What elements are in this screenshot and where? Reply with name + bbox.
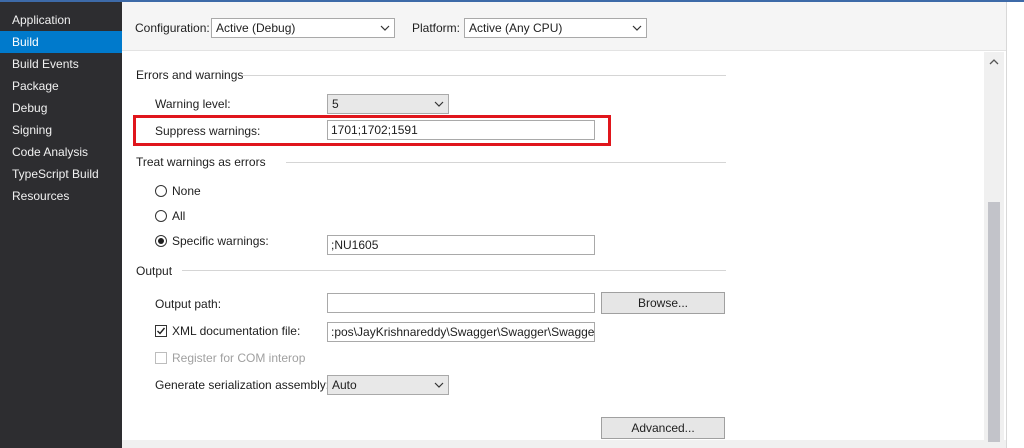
specific-warnings-label: Specific warnings: xyxy=(172,234,269,248)
specific-warnings-radio[interactable] xyxy=(155,235,167,247)
treat-warnings-section-title: Treat warnings as errors xyxy=(136,155,266,169)
sidebar-item-signing[interactable]: Signing xyxy=(0,119,122,141)
xml-documentation-checkbox[interactable] xyxy=(155,325,167,337)
sidebar-item-build-events[interactable]: Build Events xyxy=(0,53,122,75)
vertical-scrollbar[interactable] xyxy=(984,52,1004,448)
none-radio[interactable] xyxy=(155,185,167,197)
chevron-down-icon xyxy=(380,25,390,31)
configuration-label: Configuration: xyxy=(135,21,210,35)
checkmark-icon xyxy=(157,327,166,335)
sidebar-item-build[interactable]: Build xyxy=(0,31,128,53)
warning-level-label: Warning level: xyxy=(155,97,231,111)
configuration-bar: Configuration: Active (Debug) Platform: … xyxy=(122,2,1006,51)
configuration-dropdown[interactable]: Active (Debug) xyxy=(211,18,395,38)
xml-documentation-input[interactable]: :pos\JayKrishnareddy\Swagger\Swagger\Swa… xyxy=(327,322,595,342)
serialization-label: Generate serialization assembly: xyxy=(155,378,330,392)
all-radio[interactable] xyxy=(155,210,167,222)
window-edge xyxy=(1006,2,1024,448)
xml-documentation-label: XML documentation file: xyxy=(172,324,301,338)
all-radio-label: All xyxy=(172,209,186,223)
register-com-label: Register for COM interop xyxy=(172,351,306,365)
sidebar-item-application[interactable]: Application xyxy=(0,9,122,31)
scroll-up-icon[interactable] xyxy=(989,58,999,66)
browse-button[interactable]: Browse... xyxy=(601,292,725,314)
warning-level-dropdown[interactable]: 5 xyxy=(327,94,449,114)
sidebar-item-label: Debug xyxy=(12,101,48,115)
section-divider xyxy=(286,162,726,163)
section-divider xyxy=(182,270,726,271)
sidebar-item-typescript-build[interactable]: TypeScript Build xyxy=(0,163,122,185)
sidebar-item-label: Code Analysis xyxy=(12,145,89,159)
sidebar-item-label: Build xyxy=(12,35,39,49)
specific-warnings-input[interactable]: ;NU1605 xyxy=(327,235,595,255)
warning-level-value: 5 xyxy=(332,97,339,111)
output-section-title: Output xyxy=(136,264,173,278)
errors-section-title: Errors and warnings xyxy=(136,68,244,82)
sidebar-item-label: Resources xyxy=(12,189,70,203)
sidebar-item-resources[interactable]: Resources xyxy=(0,185,122,207)
chevron-down-icon xyxy=(434,382,444,388)
sidebar-item-label: TypeScript Build xyxy=(12,167,99,181)
highlight-box xyxy=(133,115,611,146)
platform-label: Platform: xyxy=(412,21,461,35)
section-divider xyxy=(242,75,726,76)
sidebar-item-label: Build Events xyxy=(12,57,79,71)
sidebar-item-label: Package xyxy=(12,79,59,93)
serialization-dropdown[interactable]: Auto xyxy=(327,375,449,395)
scrollbar-thumb[interactable] xyxy=(988,202,1000,442)
configuration-value: Active (Debug) xyxy=(216,21,296,35)
sidebar-item-code-analysis[interactable]: Code Analysis xyxy=(0,141,122,163)
output-path-input[interactable] xyxy=(327,293,595,313)
platform-dropdown[interactable]: Active (Any CPU) xyxy=(464,18,647,38)
register-com-checkbox xyxy=(155,352,167,364)
chevron-down-icon xyxy=(632,25,642,31)
serialization-value: Auto xyxy=(332,378,357,392)
advanced-button[interactable]: Advanced... xyxy=(601,417,725,439)
output-path-label: Output path: xyxy=(155,297,222,311)
sidebar-item-label: Signing xyxy=(12,123,53,137)
platform-value: Active (Any CPU) xyxy=(469,21,563,35)
sidebar-item-label: Application xyxy=(12,13,71,27)
sidebar: Application Build Build Events Package D… xyxy=(0,2,128,448)
none-radio-label: None xyxy=(172,184,201,198)
sidebar-item-debug[interactable]: Debug xyxy=(0,97,122,119)
sidebar-item-package[interactable]: Package xyxy=(0,75,122,97)
chevron-down-icon xyxy=(434,101,444,107)
bottom-edge xyxy=(122,440,1006,448)
